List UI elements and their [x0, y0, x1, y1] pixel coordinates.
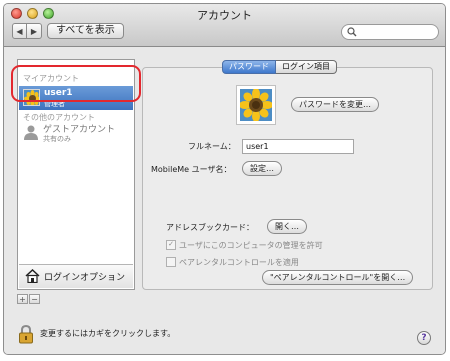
parental-controls-row: ペアレンタルコントロールを適用 [166, 256, 299, 268]
house-icon [25, 269, 40, 283]
back-button[interactable]: ◀ [12, 23, 27, 39]
window-title: アカウント [197, 9, 252, 22]
add-account-button[interactable]: + [17, 294, 28, 304]
tab-password[interactable]: パスワード [222, 60, 276, 74]
open-addressbook-button[interactable]: 開く… [267, 219, 307, 234]
parental-controls-checkbox[interactable] [166, 256, 176, 267]
fullname-label: フルネーム： [188, 142, 236, 151]
allow-admin-label: ユーザにこのコンピュータの管理を許可 [179, 241, 323, 250]
nav-buttons: ◀ ▶ [12, 23, 42, 39]
user-picture[interactable] [236, 85, 276, 125]
guest-account-sub: 共有のみ [43, 135, 71, 143]
allow-admin-checkbox[interactable]: ✓ [166, 239, 176, 250]
addressbook-label: アドレスブックカード： [166, 223, 254, 232]
lock-icon[interactable] [18, 324, 34, 344]
accounts-window: アカウント ◀ ▶ すべてを表示 マイアカウント user1 管理者 その他のア… [3, 3, 446, 355]
guest-person-icon [24, 125, 38, 140]
parental-controls-label: ペアレンタルコントロールを適用 [179, 258, 299, 267]
show-all-button[interactable]: すべてを表示 [47, 23, 124, 39]
selection-highlight-ring [11, 65, 141, 102]
login-options-item[interactable]: ログインオプション [19, 264, 133, 288]
change-password-button[interactable]: パスワードを変更… [291, 97, 379, 112]
allow-admin-row: ✓ ユーザにこのコンピュータの管理を許可 [166, 239, 323, 251]
title-bar: アカウント ◀ ▶ すべてを表示 [4, 4, 445, 47]
forward-button[interactable]: ▶ [27, 23, 42, 39]
content-area: マイアカウント user1 管理者 その他のアカウント ゲストアカウント 共有の… [4, 47, 445, 354]
tab-bar: パスワード ログイン項目 [222, 60, 337, 74]
login-options-label: ログインオプション [44, 273, 126, 283]
search-icon [347, 27, 357, 37]
mobileme-label: MobileMe ユーザ名： [151, 165, 232, 174]
open-parental-controls-button[interactable]: "ペアレンタルコントロール"を開く… [262, 270, 414, 285]
help-button[interactable]: ? [417, 331, 431, 345]
mobileme-settings-button[interactable]: 設定… [242, 161, 282, 176]
add-remove-buttons: + − [17, 294, 40, 304]
tab-login-items[interactable]: ログイン項目 [276, 60, 337, 74]
sunflower-icon [240, 89, 272, 121]
search-field[interactable] [341, 24, 439, 40]
fullname-field[interactable]: user1 [242, 139, 354, 154]
lock-hint-text: 変更するにはカギをクリックします。 [40, 329, 176, 338]
remove-account-button[interactable]: − [29, 294, 40, 304]
